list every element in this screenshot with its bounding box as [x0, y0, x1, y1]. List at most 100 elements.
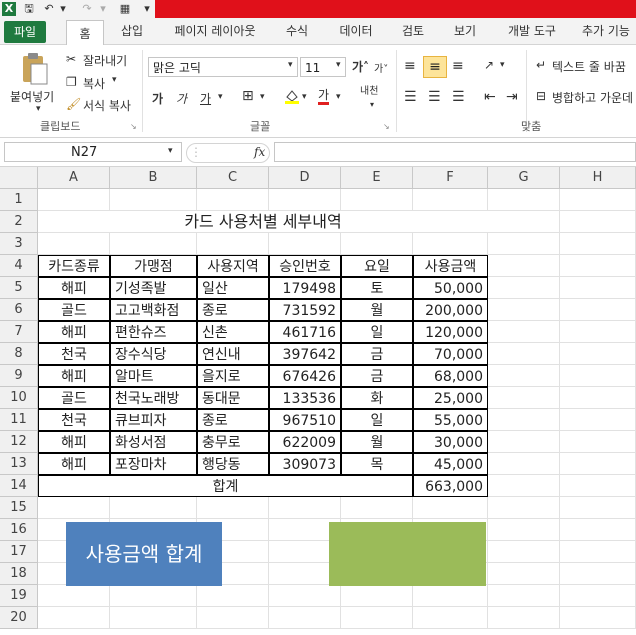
- total-value[interactable]: 663,000: [413, 475, 488, 497]
- cell[interactable]: [560, 343, 636, 365]
- table-cell[interactable]: 일: [341, 409, 413, 431]
- column-header-d[interactable]: D: [269, 167, 341, 189]
- row-header-9[interactable]: 9: [0, 365, 38, 387]
- table-cell[interactable]: 120,000: [413, 321, 488, 343]
- cell[interactable]: [110, 585, 197, 607]
- fill-color-icon[interactable]: [284, 88, 300, 104]
- table-cell[interactable]: 133536: [269, 387, 341, 409]
- table-header-cell[interactable]: 카드종류: [38, 255, 110, 277]
- row-header-11[interactable]: 11: [0, 409, 38, 431]
- table-header-cell[interactable]: 승인번호: [269, 255, 341, 277]
- tab-page-layout[interactable]: 페이지 레이아웃: [165, 18, 265, 44]
- cell[interactable]: [341, 233, 413, 255]
- cell[interactable]: [560, 365, 636, 387]
- row-header-15[interactable]: 15: [0, 497, 38, 519]
- total-label[interactable]: 합계: [38, 475, 413, 497]
- cell[interactable]: [488, 387, 560, 409]
- cell[interactable]: [560, 453, 636, 475]
- row-header-7[interactable]: 7: [0, 321, 38, 343]
- table-cell[interactable]: 토: [341, 277, 413, 299]
- table-cell[interactable]: 포장마차: [110, 453, 197, 475]
- cell[interactable]: [413, 497, 488, 519]
- cell[interactable]: [488, 409, 560, 431]
- cell[interactable]: [560, 607, 636, 629]
- table-cell[interactable]: 200,000: [413, 299, 488, 321]
- cell[interactable]: [341, 607, 413, 629]
- cell[interactable]: [413, 233, 488, 255]
- cell[interactable]: [488, 475, 560, 497]
- table-cell[interactable]: 편한슈즈: [110, 321, 197, 343]
- cell[interactable]: [341, 585, 413, 607]
- cell[interactable]: [560, 563, 636, 585]
- cell[interactable]: [488, 299, 560, 321]
- row-header-17[interactable]: 17: [0, 541, 38, 563]
- table-cell[interactable]: 179498: [269, 277, 341, 299]
- row-header-5[interactable]: 5: [0, 277, 38, 299]
- table-cell[interactable]: 해피: [38, 365, 110, 387]
- table-header-cell[interactable]: 사용지역: [197, 255, 269, 277]
- align-middle-icon[interactable]: ≡: [423, 56, 447, 78]
- column-header-a[interactable]: A: [38, 167, 110, 189]
- table-cell[interactable]: 55,000: [413, 409, 488, 431]
- row-header-4[interactable]: 4: [0, 255, 38, 277]
- cell[interactable]: [488, 541, 560, 563]
- cell[interactable]: [197, 497, 269, 519]
- formula-input[interactable]: [274, 142, 636, 162]
- shape-usage-total-label[interactable]: 사용금액 합계: [66, 522, 222, 586]
- orientation-icon[interactable]: ↗: [484, 58, 494, 72]
- decrease-font-icon[interactable]: 가˅: [374, 60, 388, 75]
- cell[interactable]: [488, 343, 560, 365]
- font-launcher-icon[interactable]: ↘: [383, 122, 390, 131]
- font-name-dropdown-icon[interactable]: ▾: [288, 60, 293, 70]
- cell[interactable]: [197, 607, 269, 629]
- row-header-2[interactable]: 2: [0, 211, 38, 233]
- table-cell[interactable]: 월: [341, 299, 413, 321]
- font-size-dropdown-icon[interactable]: ▾: [336, 60, 341, 70]
- cell[interactable]: [341, 497, 413, 519]
- table-cell[interactable]: 천국노래방: [110, 387, 197, 409]
- sheet-title[interactable]: 카드 사용처별 세부내역: [38, 211, 488, 233]
- table-cell[interactable]: 50,000: [413, 277, 488, 299]
- format-painter-icon[interactable]: 🖌: [66, 97, 81, 111]
- shape-usage-total-value[interactable]: [329, 522, 486, 586]
- row-header-19[interactable]: 19: [0, 585, 38, 607]
- insert-function-button[interactable]: fx: [254, 145, 265, 159]
- cell[interactable]: [488, 255, 560, 277]
- cell[interactable]: [269, 607, 341, 629]
- wrap-text-icon[interactable]: ↵: [536, 58, 546, 72]
- cell[interactable]: [110, 189, 197, 211]
- table-cell[interactable]: 일산: [197, 277, 269, 299]
- cell[interactable]: [269, 497, 341, 519]
- align-center-icon[interactable]: ☰: [428, 89, 441, 105]
- row-header-1[interactable]: 1: [0, 189, 38, 211]
- cell[interactable]: [110, 607, 197, 629]
- format-painter-button[interactable]: 서식 복사: [83, 97, 131, 114]
- orientation-dropdown-icon[interactable]: ▾: [500, 60, 505, 70]
- table-cell[interactable]: 화: [341, 387, 413, 409]
- table-cell[interactable]: 68,000: [413, 365, 488, 387]
- cell[interactable]: [488, 321, 560, 343]
- table-cell[interactable]: 해피: [38, 431, 110, 453]
- table-cell[interactable]: 종로: [197, 299, 269, 321]
- table-cell[interactable]: 알마트: [110, 365, 197, 387]
- cell[interactable]: [110, 497, 197, 519]
- cell[interactable]: [488, 563, 560, 585]
- cell[interactable]: [197, 233, 269, 255]
- borders-icon[interactable]: ⊞: [242, 88, 254, 104]
- phonetic-dropdown-icon[interactable]: ▾: [370, 100, 374, 109]
- calculator-icon[interactable]: ▦: [118, 2, 132, 16]
- table-cell[interactable]: 충무로: [197, 431, 269, 453]
- drag-handle-icon[interactable]: ⋮: [190, 145, 202, 159]
- copy-button[interactable]: 복사: [83, 75, 105, 92]
- column-header-g[interactable]: G: [488, 167, 560, 189]
- align-left-icon[interactable]: ☰: [404, 89, 417, 105]
- tab-home[interactable]: 홈: [66, 20, 104, 46]
- clipboard-launcher-icon[interactable]: ↘: [130, 122, 137, 131]
- row-header-13[interactable]: 13: [0, 453, 38, 475]
- increase-indent-icon[interactable]: ⇥: [506, 89, 518, 105]
- cell[interactable]: [488, 365, 560, 387]
- cell[interactable]: [488, 497, 560, 519]
- row-header-6[interactable]: 6: [0, 299, 38, 321]
- cell[interactable]: [38, 189, 110, 211]
- cell[interactable]: [38, 585, 110, 607]
